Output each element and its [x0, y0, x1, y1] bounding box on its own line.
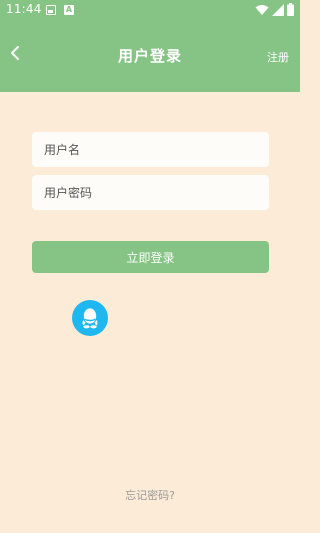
login-button[interactable]: 立即登录 [32, 241, 269, 273]
image-notification-icon [46, 5, 56, 15]
status-time: 11:44 [6, 2, 42, 16]
signal-icon [272, 4, 284, 16]
username-field-container [32, 132, 269, 167]
password-field-container [32, 175, 269, 210]
qq-icon [82, 308, 98, 329]
wifi-icon [255, 5, 269, 15]
password-input[interactable] [32, 175, 269, 210]
register-link[interactable]: 注册 [267, 49, 289, 65]
username-input[interactable] [32, 132, 269, 167]
battery-icon [287, 3, 294, 16]
a-notification-icon: A [64, 5, 74, 15]
forgot-password-link[interactable]: 忘记密码? [0, 487, 300, 503]
page-title: 用户登录 [117, 47, 182, 65]
qq-login-button[interactable] [72, 300, 108, 336]
status-bar: 11:44 A [0, 0, 300, 20]
nav-bar: 用户登录 注册 [0, 20, 300, 92]
